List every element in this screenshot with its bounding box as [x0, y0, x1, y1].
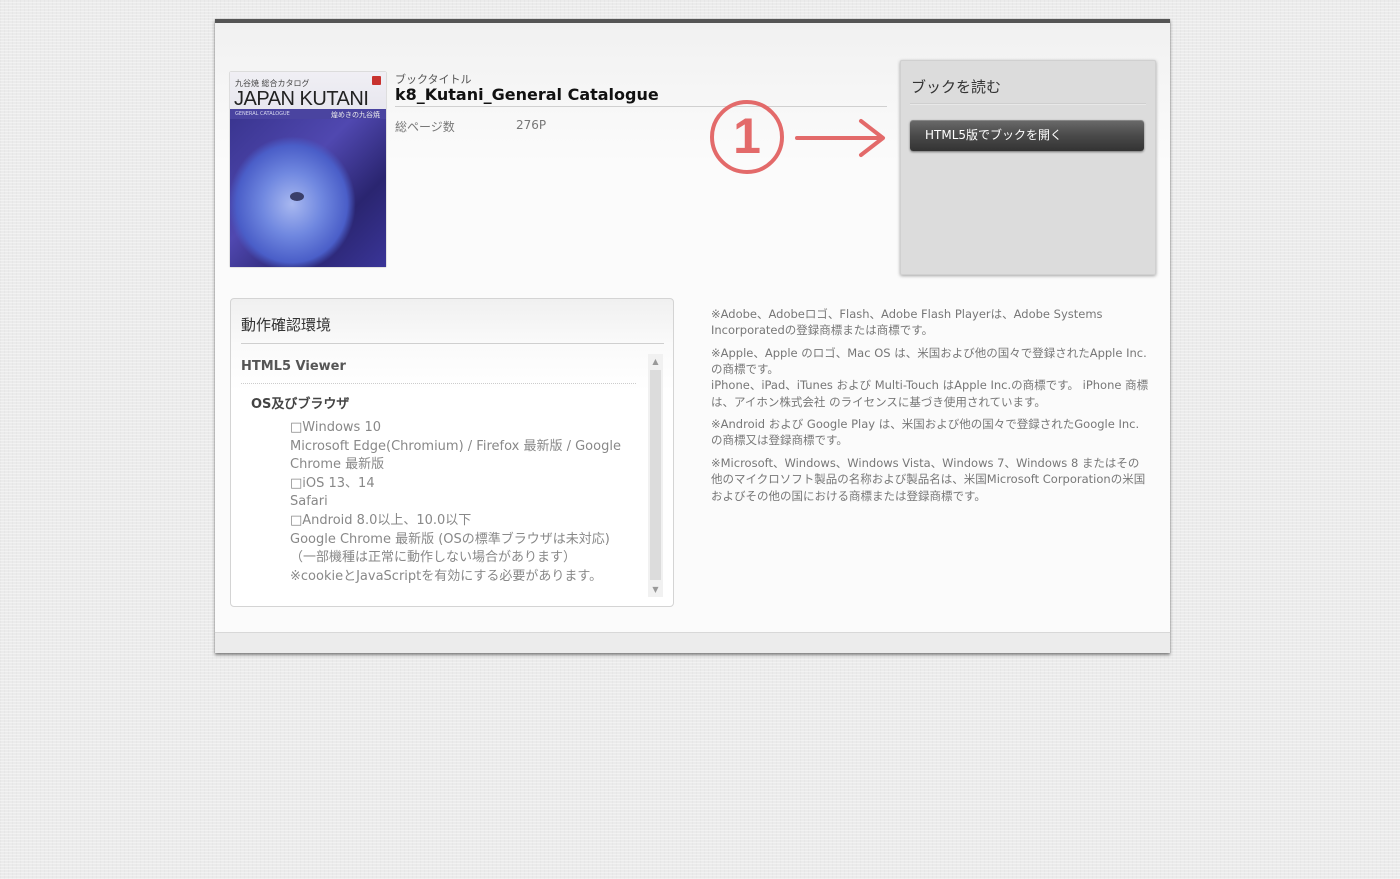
open-html5-book-button[interactable]: HTML5版でブックを開く — [910, 120, 1144, 151]
read-book-title: ブックを読む — [911, 78, 1002, 96]
trademark-line: 他のマイクロソフト製品の名称および製品名は、米国Microsoft Corpor… — [711, 472, 1146, 487]
environment-divider — [241, 343, 664, 344]
annotation-arrow-icon — [795, 119, 885, 157]
environment-line: （一部機種は正常に動作しない場合があります） — [290, 550, 577, 566]
trademark-line: Incorporatedの登録商標または商標です。 — [711, 323, 934, 338]
trademark-android: ※Android および Google Play は、米国および他の国々で登録さ… — [711, 416, 1161, 448]
environment-line: Chrome 最新版 — [290, 457, 385, 473]
trademark-line: は、アイホン株式会社 のライセンスに基づき使用されています。 — [711, 394, 1046, 409]
trademark-line: の商標又は登録商標です。 — [711, 433, 848, 448]
viewer-divider — [241, 383, 636, 384]
title-divider — [395, 106, 887, 107]
trademark-microsoft: ※Microsoft、Windows、Windows Vista、Windows… — [711, 455, 1161, 504]
environment-line: □iOS 13、14 — [290, 475, 375, 491]
scroll-up-arrow-icon[interactable]: ▲ — [648, 354, 663, 369]
cover-title: JAPAN KUTANI — [234, 88, 369, 110]
environment-line: Microsoft Edge(Chromium) / Firefox 最新版 /… — [290, 438, 621, 454]
environment-line: Google Chrome 最新版 (OSの標準ブラウザは未対応) — [290, 531, 610, 547]
environment-title: 動作確認環境 — [241, 316, 332, 334]
environment-scrollbar[interactable]: ▲ ▼ — [648, 354, 663, 597]
cover-strip-english: GENERAL CATALOGUE — [235, 111, 290, 117]
book-cover-image[interactable]: 九谷焼 総合カタログ JAPAN KUTANI GENERAL CATALOGU… — [230, 72, 386, 267]
trademark-line: ※Adobe、Adobeロゴ、Flash、Adobe Flash Playerは… — [711, 307, 1103, 321]
trademark-line: iPhone、iPad、iTunes および Multi-Touch はAppl… — [711, 378, 1149, 393]
environment-list: □Windows 10 Microsoft Edge(Chromium) / F… — [290, 419, 621, 586]
viewer-heading: HTML5 Viewer — [241, 359, 346, 374]
cover-logo-icon — [372, 76, 381, 85]
page-count-label: 総ページ数 — [395, 120, 455, 134]
environment-scroll-area[interactable]: HTML5 Viewer OS及びブラウザ □Windows 10 Micros… — [241, 354, 646, 594]
cover-artwork-detail — [290, 192, 304, 201]
panel-footer — [215, 632, 1170, 653]
trademark-adobe: ※Adobe、Adobeロゴ、Flash、Adobe Flash Playerは… — [711, 306, 1161, 338]
environment-line: □Windows 10 — [290, 420, 381, 435]
trademark-line: およびその他の国における商標または登録商標です。 — [711, 488, 986, 503]
trademark-line: ※Microsoft、Windows、Windows Vista、Windows… — [711, 456, 1140, 471]
os-browser-heading: OS及びブラウザ — [251, 397, 350, 412]
environment-line: ※cookieとJavaScriptを有効にする必要があります。 — [290, 568, 603, 584]
annotation-number: 1 — [733, 108, 761, 164]
read-book-divider — [910, 103, 1146, 105]
cover-artwork — [230, 119, 386, 267]
book-title: k8_Kutani_General Catalogue — [395, 85, 659, 104]
environment-line: Safari — [290, 494, 328, 510]
main-panel: 九谷焼 総合カタログ JAPAN KUTANI GENERAL CATALOGU… — [215, 19, 1170, 653]
read-book-panel: ブックを読む HTML5版でブックを開く — [900, 60, 1156, 275]
trademark-line: ※Android および Google Play は、米国および他の国々で登録さ… — [711, 417, 1140, 432]
scroll-thumb[interactable] — [650, 370, 661, 580]
environment-line: □Android 8.0以上、10.0以下 — [290, 512, 472, 528]
trademark-notices: ※Adobe、Adobeロゴ、Flash、Adobe Flash Playerは… — [711, 306, 1161, 510]
scroll-down-arrow-icon[interactable]: ▼ — [648, 582, 663, 597]
trademark-line: ※Apple、Apple のロゴ、Mac OS は、米国および他の国々で登録され… — [711, 345, 1147, 360]
trademark-line: の商標です。 — [711, 362, 779, 377]
page-count-value: 276P — [516, 118, 547, 132]
environment-panel: 動作確認環境 HTML5 Viewer OS及びブラウザ □Windows 10… — [230, 298, 674, 607]
trademark-apple: ※Apple、Apple のロゴ、Mac OS は、米国および他の国々で登録され… — [711, 345, 1161, 410]
annotation-circle-icon: 1 — [710, 100, 784, 174]
